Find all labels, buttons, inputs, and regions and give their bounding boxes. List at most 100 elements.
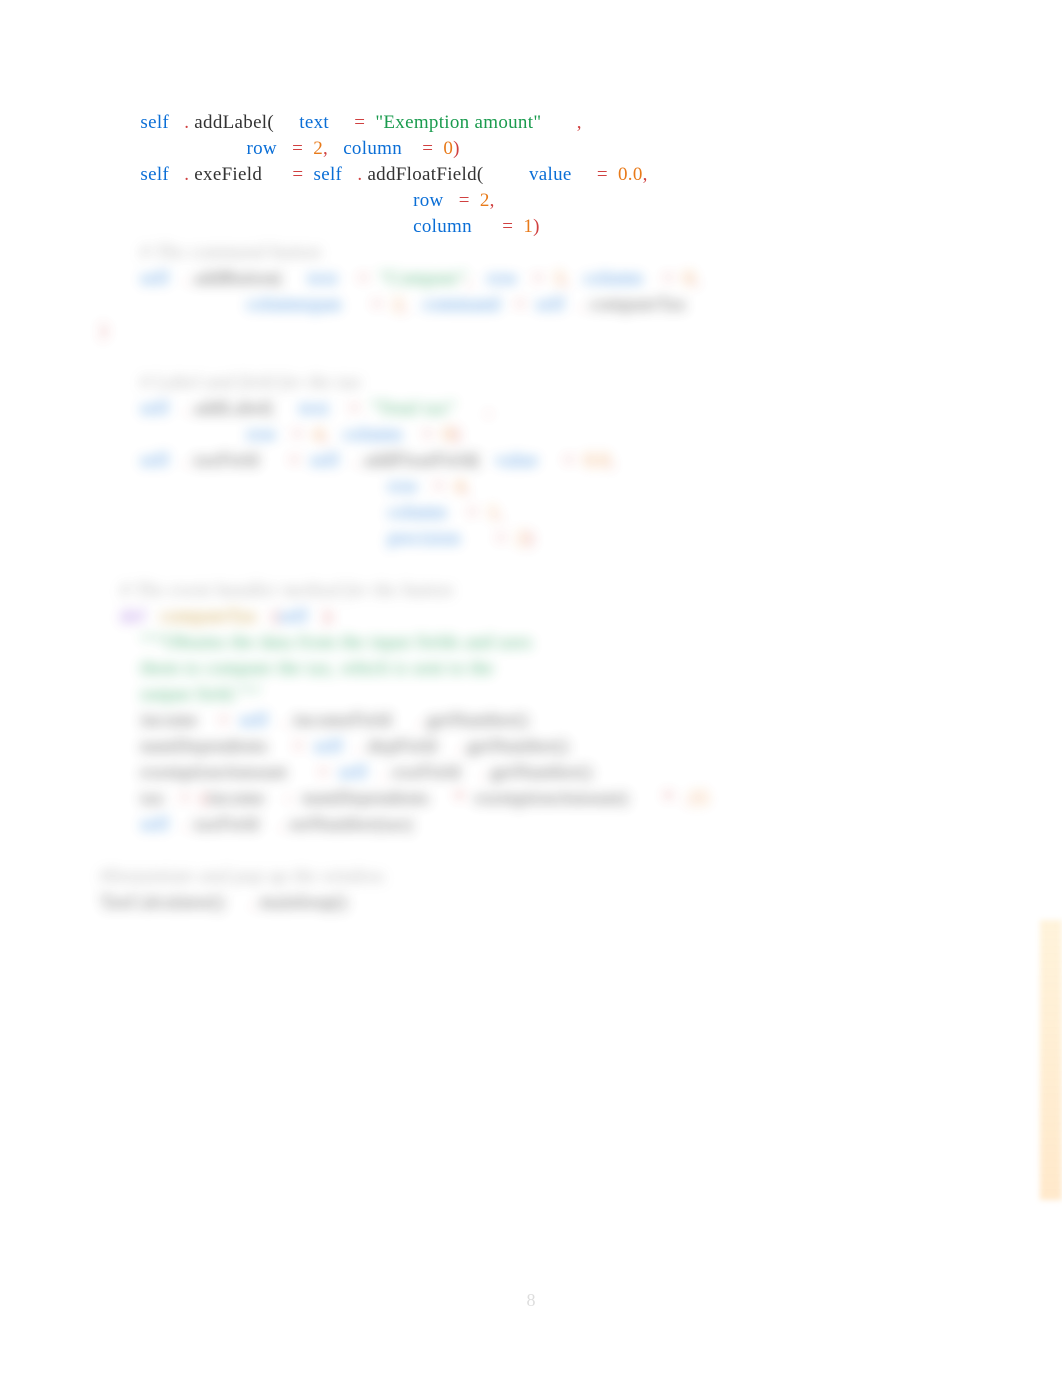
blurred-code-block: # The command button self . addButton( t… bbox=[100, 240, 962, 916]
token-op: = bbox=[293, 736, 314, 757]
code-line: income = self . incomeField . getNumber(… bbox=[100, 708, 962, 734]
token-kw: row bbox=[413, 190, 443, 211]
token-num: 3 bbox=[554, 268, 564, 289]
clear-code-block: self . addLabel( text = "Exemption amoun… bbox=[100, 110, 962, 240]
code-line: """Obtains the data from the input field… bbox=[100, 630, 962, 656]
token-kw: self bbox=[536, 294, 565, 315]
token-op: = bbox=[358, 268, 379, 289]
code-line: row = 2, column = 0) bbox=[100, 136, 962, 162]
token-kw: text bbox=[299, 398, 329, 419]
token-plain: depField bbox=[368, 736, 457, 757]
token-op: . bbox=[268, 710, 293, 731]
token-kw: self bbox=[314, 736, 343, 757]
token-op: , bbox=[467, 268, 487, 289]
code-line: self . taxField . setNumber(tax) bbox=[100, 812, 962, 838]
token-kw: self bbox=[310, 450, 339, 471]
token-op: , bbox=[464, 476, 469, 497]
token-kw: text bbox=[308, 268, 338, 289]
token-op: ( bbox=[257, 606, 279, 627]
token-num: 4 bbox=[455, 476, 465, 497]
token-kw: self bbox=[314, 164, 343, 185]
token-op: . bbox=[343, 736, 368, 757]
token-op: . bbox=[169, 450, 194, 471]
code-line bbox=[100, 838, 962, 864]
token-num: 2 bbox=[393, 294, 403, 315]
token-kw: self bbox=[140, 164, 169, 185]
code-line: column = 1) bbox=[100, 214, 962, 240]
token-op: , bbox=[643, 164, 653, 185]
token-op: . bbox=[481, 762, 491, 783]
token-plain: getNumber() bbox=[491, 762, 592, 783]
token-op: . bbox=[169, 398, 194, 419]
token-op: = bbox=[597, 164, 618, 185]
code-line: TaxCalculator() . mainloop() bbox=[100, 890, 962, 916]
token-num: 15 bbox=[689, 788, 709, 809]
token-op: , bbox=[609, 450, 619, 471]
token-plain bbox=[100, 346, 105, 367]
token-plain: taxField bbox=[194, 450, 289, 471]
token-plain bbox=[460, 528, 495, 549]
token-plain: computeTax bbox=[590, 294, 687, 315]
token-kw: row bbox=[388, 476, 418, 497]
token-op: = bbox=[289, 450, 310, 471]
token-kw: command bbox=[423, 294, 500, 315]
token-plain bbox=[329, 112, 354, 133]
token-de: def bbox=[120, 606, 145, 627]
token-plain: numDependents bbox=[140, 736, 293, 757]
token-plain: exeField bbox=[194, 164, 292, 185]
token-plain bbox=[643, 268, 663, 289]
token-kw: precision bbox=[388, 528, 460, 549]
token-plain bbox=[472, 216, 502, 237]
token-kw: value bbox=[529, 164, 572, 185]
token-plain bbox=[338, 268, 358, 289]
token-plain bbox=[277, 424, 292, 445]
token-op: , bbox=[694, 268, 699, 289]
token-op: , bbox=[490, 190, 495, 211]
token-plain: exemptionAmount) bbox=[475, 788, 664, 809]
token-num: 2 bbox=[517, 528, 527, 549]
token-op: . bbox=[169, 268, 194, 289]
token-num: 1 bbox=[488, 502, 498, 523]
token-plain: exeField bbox=[393, 762, 481, 783]
token-op: = bbox=[502, 216, 523, 237]
token-num: 4 bbox=[313, 424, 323, 445]
token-num: 1 bbox=[523, 216, 533, 237]
token-kw: self bbox=[279, 606, 308, 627]
token-op: = bbox=[292, 164, 313, 185]
code-line: precision = 2) bbox=[100, 526, 962, 552]
token-op: = bbox=[354, 112, 375, 133]
token-num: 2 bbox=[313, 138, 323, 159]
token-kw: self bbox=[140, 450, 169, 471]
token-num: 0 bbox=[443, 138, 453, 159]
token-kw: row bbox=[246, 424, 276, 445]
token-op: . bbox=[457, 736, 467, 757]
token-op: = ( bbox=[180, 788, 208, 809]
token-plain bbox=[418, 476, 433, 497]
code-line: # The event handler method for the butto… bbox=[100, 578, 962, 604]
code-line: self . addLabel( text = "Total tax" , bbox=[100, 396, 962, 422]
token-fn: computeTax bbox=[161, 606, 258, 627]
token-com: # The command button bbox=[140, 242, 321, 263]
token-op: = bbox=[349, 398, 370, 419]
code-line bbox=[100, 552, 962, 578]
token-op: ) bbox=[533, 216, 540, 237]
code-line: exemptionAmount = self . exeField . getN… bbox=[100, 760, 962, 786]
token-plain bbox=[518, 268, 533, 289]
token-plain bbox=[541, 112, 576, 133]
token-op: * bbox=[455, 788, 475, 809]
code-line: self . addButton( text = "Compute", row … bbox=[100, 266, 962, 292]
token-kw: self bbox=[140, 814, 169, 835]
code-line: #Instantiate and pop up the window. bbox=[100, 864, 962, 890]
token-kw: columnspan bbox=[246, 294, 341, 315]
token-plain: addLabel( bbox=[194, 112, 274, 133]
token-kw: self bbox=[140, 398, 169, 419]
token-op: = bbox=[496, 528, 517, 549]
token-op: . bbox=[169, 112, 194, 133]
token-plain: income bbox=[207, 788, 285, 809]
token-op: . bbox=[339, 450, 364, 471]
token-kw: self bbox=[140, 268, 169, 289]
token-doc: them to compute the tax, which is sent t… bbox=[140, 658, 493, 679]
token-plain: mainloop() bbox=[260, 892, 347, 913]
token-op: = bbox=[563, 450, 584, 471]
token-op: - bbox=[285, 788, 302, 809]
